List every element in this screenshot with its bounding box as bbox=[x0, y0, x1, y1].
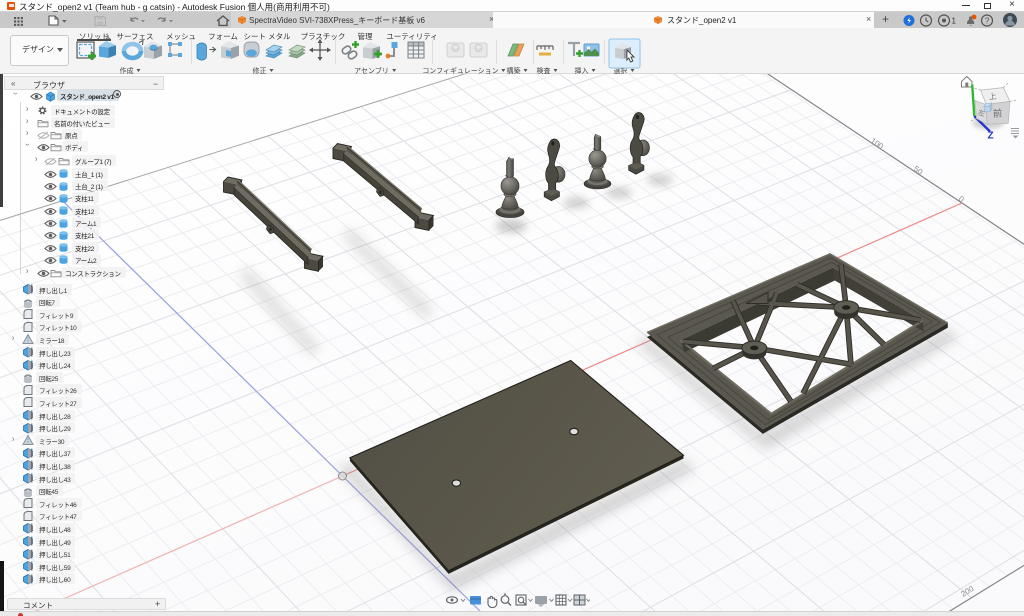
svg-text:上: 上 bbox=[988, 92, 997, 102]
svg-text:Z: Z bbox=[988, 131, 994, 142]
svg-text:?: ? bbox=[985, 15, 990, 25]
svg-text:前: 前 bbox=[992, 107, 1002, 120]
svg-text:1: 1 bbox=[952, 16, 957, 25]
